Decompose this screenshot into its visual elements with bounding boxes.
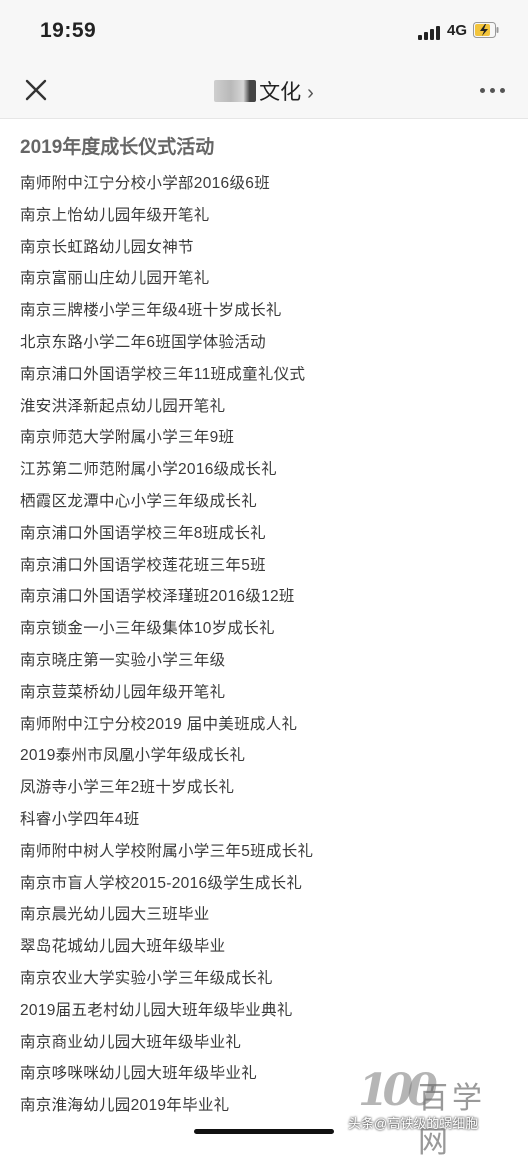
signal-icon	[418, 24, 442, 40]
chevron-right-icon: ›	[307, 82, 314, 104]
list-item: 北京东路小学二年6班国学体验活动	[20, 333, 266, 351]
section-title: 2019年度成长仪式活动	[20, 137, 215, 158]
more-icon[interactable]	[480, 86, 506, 96]
list-item: 淮安洪泽新起点幼儿园开笔礼	[20, 397, 226, 415]
list-item: 南师附中江宁分校2019 届中美班成人礼	[20, 715, 298, 733]
list-item: 南京三牌楼小学三年级4班十岁成长礼	[20, 302, 282, 320]
list-item: 翠岛花城幼儿园大班年级毕业	[20, 938, 226, 956]
article-content: 2019年度成长仪式活动 南师附中江宁分校小学部2016级6班 南京上怡幼儿园年级…	[20, 134, 510, 1122]
list-item: 南京市盲人学校2015-2016级学生成长礼	[20, 874, 303, 892]
battery-charging-icon	[473, 22, 499, 38]
status-time: 19:59	[40, 19, 97, 42]
list-item: 科睿小学四年4班	[20, 810, 140, 828]
list-item: 南京长虹路幼儿园女神节	[20, 238, 194, 256]
list-item: 南京浦口外国语学校莲花班三年5班	[20, 556, 266, 574]
network-type: 4G	[447, 22, 468, 39]
list-item: 南京师范大学附属小学三年9班	[20, 429, 235, 447]
activity-list: 南师附中江宁分校小学部2016级6班 南京上怡幼儿园年级开笔礼 南京长虹路幼儿园女神…	[20, 168, 510, 1122]
list-item: 2019届五老村幼儿园大班年级毕业典礼	[20, 1001, 293, 1019]
list-item: 南京上怡幼儿园年级开笔礼	[20, 206, 210, 224]
watermark: 100 百学网 头条@高铁级的蜗细胞	[348, 1065, 518, 1160]
status-bar: 19:59 4G	[0, 0, 528, 62]
blurred-account-name	[214, 80, 257, 102]
list-item: 南京浦口外国语学校泽瑾班2016级12班	[20, 588, 295, 606]
list-item: 南京荳菜桥幼儿园年级开笔礼	[20, 683, 226, 701]
list-item: 凤游寺小学三年2班十岁成长礼	[20, 779, 235, 797]
list-item: 南师附中树人学校附属小学三年5班成长礼	[20, 842, 314, 860]
home-indicator[interactable]	[194, 1129, 334, 1134]
list-item: 南京商业幼儿园大班年级毕业礼	[20, 1033, 242, 1051]
list-item: 栖霞区龙潭中心小学三年级成长礼	[20, 492, 258, 510]
nav-title-button[interactable]: 文化 ›	[0, 76, 528, 106]
list-item: 南京富丽山庄幼儿园开笔礼	[20, 270, 210, 288]
nav-bar: 文化 ›	[0, 62, 528, 119]
list-item: 南京浦口外国语学校三年8班成长礼	[20, 524, 266, 542]
list-item: 南京锁金一小三年级集体10岁成长礼	[20, 620, 275, 638]
list-item: 南京晨光幼儿园大三班毕业	[20, 906, 210, 924]
nav-title: 文化	[259, 81, 302, 104]
list-item: 南京农业大学实验小学三年级成长礼	[20, 969, 273, 987]
list-item: 2019泰州市凤凰小学年级成长礼	[20, 747, 246, 765]
list-item: 南师附中江宁分校小学部2016级6班	[20, 175, 271, 192]
list-item: 江苏第二师范附属小学2016级成长礼	[20, 461, 277, 479]
list-item: 南京浦口外国语学校三年11班成童礼仪式	[20, 365, 306, 383]
watermark-author: 头条@高铁级的蜗细胞	[348, 1116, 479, 1131]
list-item: 南京晓庄第一实验小学三年级	[20, 651, 226, 669]
